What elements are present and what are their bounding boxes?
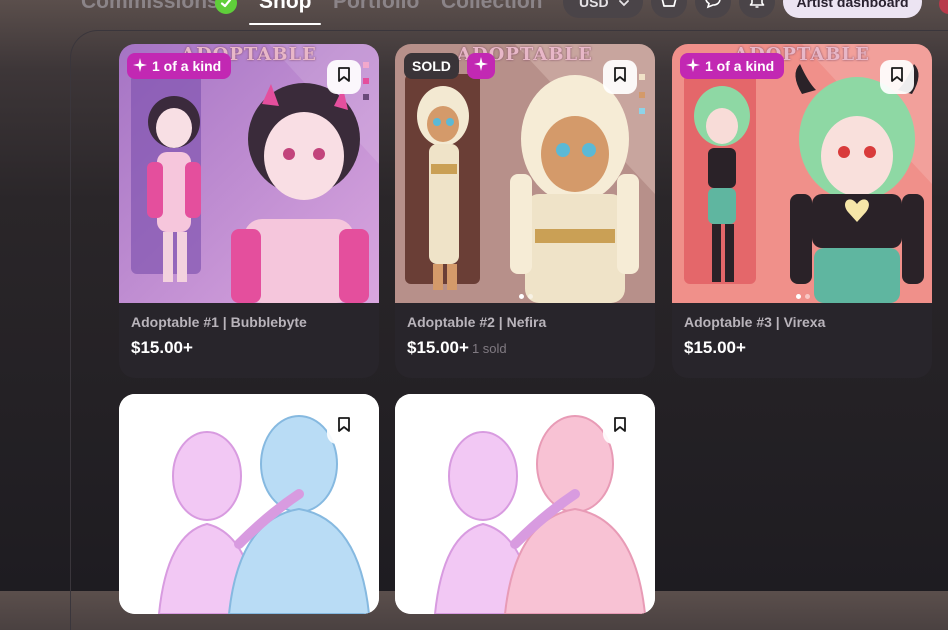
listing-card-5[interactable] [395,394,655,614]
one-of-a-kind-badge: 1 of a kind [680,53,785,79]
one-of-a-kind-badge [467,53,495,79]
listing-meta: Adoptable #1 | Bubblebyte $15.00+ [119,303,379,378]
bookmark-icon [614,67,626,87]
listing-meta: Adoptable #3 | Virexa $15.00+ [672,303,932,378]
tab-portfolio[interactable]: Portfolio [333,0,419,14]
bookmark-icon [891,67,903,87]
avatar[interactable] [939,0,948,14]
bookmark-icon [338,417,350,437]
basket-button[interactable] [651,0,687,18]
active-tab-indicator [249,23,321,25]
listing-price: $15.00+ [131,338,193,358]
listing-title[interactable]: Adoptable #2 | Nefira [407,314,546,330]
bookmark-button[interactable] [327,60,361,94]
price-value: $15.00+ [407,338,469,357]
artist-dashboard-button[interactable]: Artist dashboard [783,0,922,18]
carousel-dot[interactable] [519,294,524,299]
sparkle-icon [133,57,147,75]
basket-icon [660,0,678,13]
carousel-dots [519,294,533,299]
listing-title[interactable]: Adoptable #1 | Bubblebyte [131,314,307,330]
chevron-down-icon [618,0,629,10]
badge-label: 1 of a kind [705,58,775,74]
badge-label: 1 of a kind [152,58,222,74]
listing-card-1[interactable]: ADOPTABLE 1 of a kind Adoptable #1 | Bub… [119,44,379,378]
bookmark-icon [338,67,350,87]
carousel-dot[interactable] [805,294,810,299]
carousel-dots [796,294,810,299]
carousel-dot[interactable] [528,294,533,299]
sold-count: 1 sold [471,341,507,356]
top-navigation: Commissions Shop Portfolio Collection US… [0,0,948,30]
sparkle-icon [474,56,488,76]
carousel-dot[interactable] [796,294,801,299]
messages-button[interactable] [695,0,731,18]
price-value: $15.00+ [684,338,746,357]
one-of-a-kind-badge: 1 of a kind [127,53,232,79]
listing-price: $15.00+ 1 sold [407,338,507,358]
bookmark-button[interactable] [880,60,914,94]
listing-price: $15.00+ [684,338,746,358]
currency-label: USD [579,0,609,10]
listing-card-2[interactable]: ADOPTABLE SOLD Adoptable #2 | Nefira $15… [395,44,655,378]
bell-icon [749,0,765,14]
tab-commissions[interactable]: Commissions [81,0,219,14]
bookmark-button[interactable] [603,60,637,94]
price-value: $15.00+ [131,338,193,357]
listing-card-3[interactable]: ADOPTABLE 1 of a kind Adoptable #3 | Vir… [672,44,932,378]
listing-meta: Adoptable #2 | Nefira $15.00+ 1 sold [395,303,655,378]
listing-title[interactable]: Adoptable #3 | Virexa [684,314,825,330]
tab-shop[interactable]: Shop [259,0,312,14]
bookmark-button[interactable] [603,410,637,444]
notifications-button[interactable] [739,0,775,18]
currency-selector[interactable]: USD [563,0,643,18]
bookmark-button[interactable] [327,410,361,444]
sold-badge: SOLD [404,53,459,79]
tab-collection[interactable]: Collection [441,0,543,14]
sparkle-icon [686,57,700,75]
listing-card-4[interactable] [119,394,379,614]
bookmark-icon [614,417,626,437]
chat-icon [704,0,722,14]
